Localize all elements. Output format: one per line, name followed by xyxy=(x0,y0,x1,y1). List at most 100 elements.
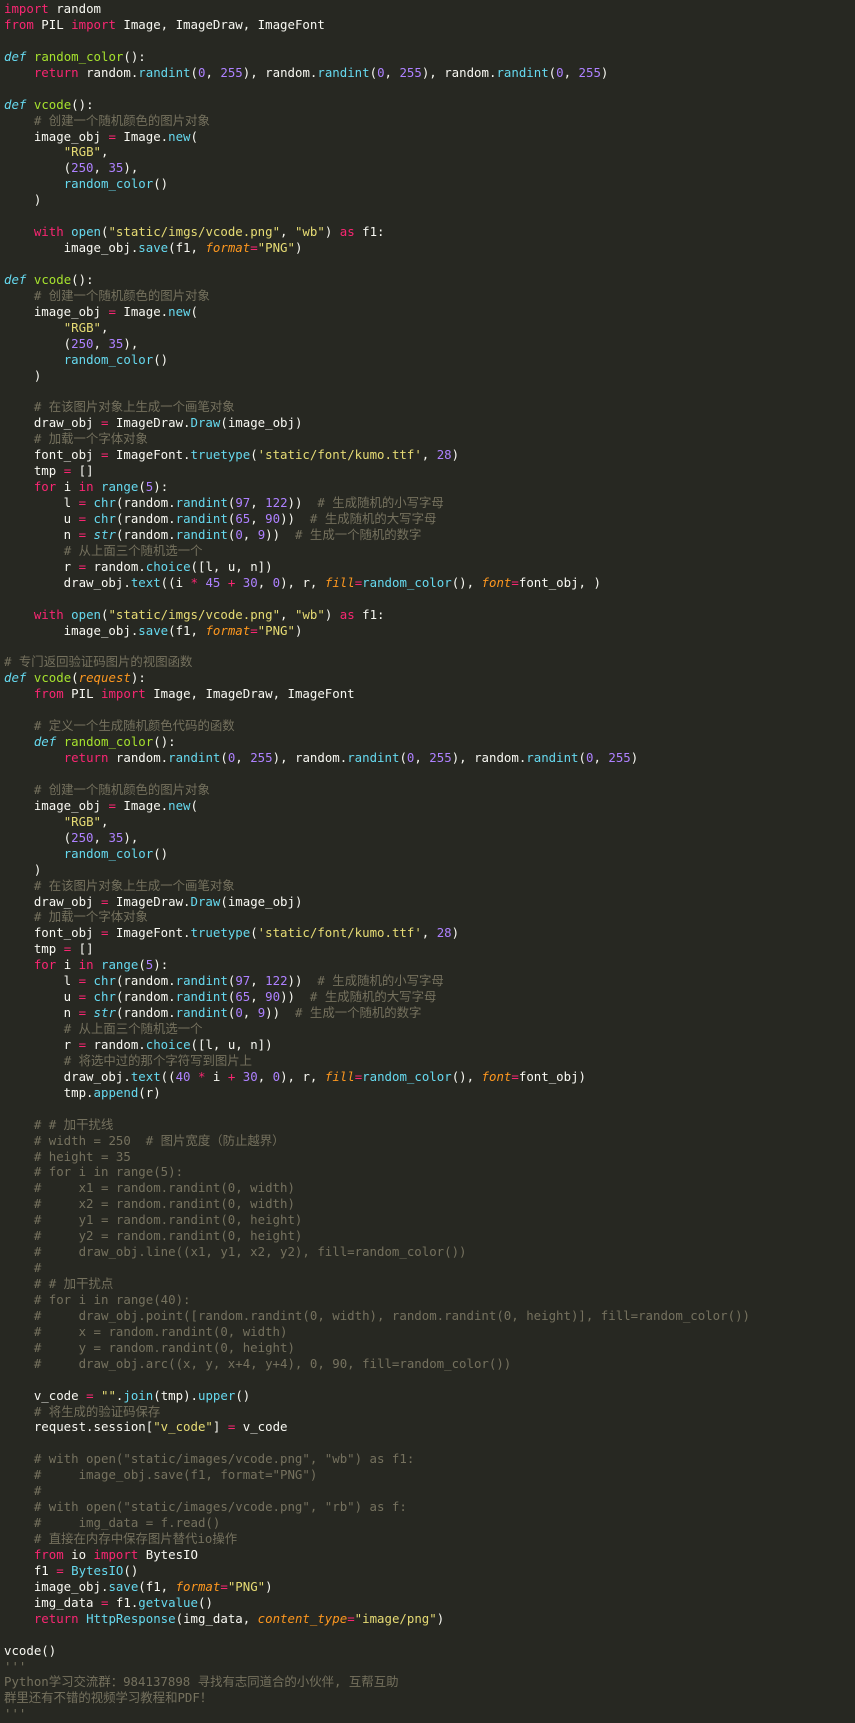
code-line[interactable]: def random_color(): xyxy=(0,49,855,65)
code-line[interactable]: # draw_obj.line((x1, y1, x2, y2), fill=r… xyxy=(0,1244,855,1260)
code-line[interactable]: # 从上面三个随机选一个 xyxy=(0,1021,855,1037)
code-line[interactable]: tmp = [] xyxy=(0,463,855,479)
code-line[interactable]: # 专门返回验证码图片的视图函数 xyxy=(0,654,855,670)
code-line[interactable]: # x = random.randint(0, width) xyxy=(0,1324,855,1340)
code-line[interactable]: "RGB", xyxy=(0,320,855,336)
code-line[interactable]: def vcode(): xyxy=(0,97,855,113)
code-line[interactable]: # 创建一个随机颜色的图片对象 xyxy=(0,113,855,129)
code-line[interactable]: # 加载一个字体对象 xyxy=(0,909,855,925)
code-line[interactable] xyxy=(0,33,855,49)
code-line[interactable]: def random_color(): xyxy=(0,734,855,750)
code-line[interactable]: # 将生成的验证码保存 xyxy=(0,1404,855,1420)
code-line[interactable]: f1 = BytesIO() xyxy=(0,1563,855,1579)
code-line[interactable]: # xyxy=(0,1483,855,1499)
code-line[interactable]: return random.randint(0, 255), random.ra… xyxy=(0,750,855,766)
code-line[interactable]: n = str(random.randint(0, 9)) # 生成一个随机的数… xyxy=(0,527,855,543)
code-line[interactable]: "RGB", xyxy=(0,814,855,830)
code-line[interactable]: for i in range(5): xyxy=(0,957,855,973)
code-line[interactable]: # # 加干扰点 xyxy=(0,1276,855,1292)
code-line[interactable]: # 创建一个随机颜色的图片对象 xyxy=(0,782,855,798)
code-line[interactable]: ) xyxy=(0,368,855,384)
code-line[interactable]: # 加载一个字体对象 xyxy=(0,431,855,447)
code-line[interactable]: ) xyxy=(0,862,855,878)
code-line[interactable] xyxy=(0,702,855,718)
code-line[interactable]: # with open("static/images/vcode.png", "… xyxy=(0,1499,855,1515)
code-line[interactable] xyxy=(0,256,855,272)
code-line[interactable]: Python学习交流群：984137898 寻找有志同道合的小伙伴, 互帮互助 xyxy=(0,1674,855,1690)
code-line[interactable]: for i in range(5): xyxy=(0,479,855,495)
code-line[interactable]: image_obj.save(f1, format="PNG") xyxy=(0,1579,855,1595)
code-line[interactable]: from PIL import Image, ImageDraw, ImageF… xyxy=(0,17,855,33)
code-line[interactable]: v_code = "".join(tmp).upper() xyxy=(0,1388,855,1404)
code-line[interactable]: random_color() xyxy=(0,352,855,368)
code-line[interactable]: font_obj = ImageFont.truetype('static/fo… xyxy=(0,925,855,941)
code-line[interactable]: n = str(random.randint(0, 9)) # 生成一个随机的数… xyxy=(0,1005,855,1021)
code-line[interactable]: (250, 35), xyxy=(0,830,855,846)
code-line[interactable] xyxy=(0,639,855,655)
code-line[interactable]: # with open("static/images/vcode.png", "… xyxy=(0,1451,855,1467)
code-line[interactable]: # 将选中过的那个字符写到图片上 xyxy=(0,1053,855,1069)
code-line[interactable] xyxy=(0,1627,855,1643)
code-line[interactable]: image_obj.save(f1, format="PNG") xyxy=(0,623,855,639)
code-line[interactable]: # for i in range(5): xyxy=(0,1164,855,1180)
code-line[interactable]: # height = 35 xyxy=(0,1149,855,1165)
code-line[interactable]: with open("static/imgs/vcode.png", "wb")… xyxy=(0,607,855,623)
code-line[interactable]: with open("static/imgs/vcode.png", "wb")… xyxy=(0,224,855,240)
code-line[interactable]: # for i in range(40): xyxy=(0,1292,855,1308)
code-line[interactable]: # 创建一个随机颜色的图片对象 xyxy=(0,288,855,304)
code-line[interactable]: # y2 = random.randint(0, height) xyxy=(0,1228,855,1244)
code-line[interactable]: tmp = [] xyxy=(0,941,855,957)
code-line[interactable]: draw_obj = ImageDraw.Draw(image_obj) xyxy=(0,894,855,910)
code-line[interactable]: random_color() xyxy=(0,846,855,862)
code-line[interactable]: # 在该图片对象上生成一个画笔对象 xyxy=(0,878,855,894)
code-line[interactable]: image_obj = Image.new( xyxy=(0,798,855,814)
code-line[interactable]: 群里还有不错的视频学习教程和PDF！ xyxy=(0,1690,855,1706)
code-line[interactable]: # 从上面三个随机选一个 xyxy=(0,543,855,559)
code-editor[interactable]: import random from PIL import Image, Imag… xyxy=(0,0,855,1723)
code-line[interactable]: # width = 250 # 图片宽度（防止越界） xyxy=(0,1133,855,1149)
code-line[interactable]: draw_obj.text((i * 45 + 30, 0), r, fill=… xyxy=(0,575,855,591)
code-line[interactable]: img_data = f1.getvalue() xyxy=(0,1595,855,1611)
code-line[interactable]: (250, 35), xyxy=(0,160,855,176)
code-line[interactable]: u = chr(random.randint(65, 90)) # 生成随机的大… xyxy=(0,511,855,527)
code-line[interactable] xyxy=(0,1435,855,1451)
code-line[interactable]: # 在该图片对象上生成一个画笔对象 xyxy=(0,399,855,415)
code-line[interactable]: draw_obj.text((40 * i + 30, 0), r, fill=… xyxy=(0,1069,855,1085)
code-line[interactable]: request.session["v_code"] = v_code xyxy=(0,1419,855,1435)
code-line[interactable]: # xyxy=(0,1260,855,1276)
code-line[interactable] xyxy=(0,1372,855,1388)
code-line[interactable]: r = random.choice([l, u, n]) xyxy=(0,1037,855,1053)
code-line[interactable]: "RGB", xyxy=(0,144,855,160)
code-line[interactable]: # x2 = random.randint(0, width) xyxy=(0,1196,855,1212)
code-line[interactable] xyxy=(0,591,855,607)
code-line[interactable]: # img_data = f.read() xyxy=(0,1515,855,1531)
code-line[interactable]: image_obj.save(f1, format="PNG") xyxy=(0,240,855,256)
code-line[interactable]: return random.randint(0, 255), random.ra… xyxy=(0,65,855,81)
code-line[interactable]: # y1 = random.randint(0, height) xyxy=(0,1212,855,1228)
code-line[interactable]: u = chr(random.randint(65, 90)) # 生成随机的大… xyxy=(0,989,855,1005)
code-line[interactable]: import random xyxy=(0,1,855,17)
code-line[interactable]: tmp.append(r) xyxy=(0,1085,855,1101)
code-line[interactable]: image_obj = Image.new( xyxy=(0,129,855,145)
code-line[interactable] xyxy=(0,81,855,97)
code-line[interactable]: (250, 35), xyxy=(0,336,855,352)
code-line[interactable]: def vcode(request): xyxy=(0,670,855,686)
code-line[interactable]: ''' xyxy=(0,1706,855,1722)
code-line[interactable]: # image_obj.save(f1, format="PNG") xyxy=(0,1467,855,1483)
code-line[interactable]: # draw_obj.point([random.randint(0, widt… xyxy=(0,1308,855,1324)
code-line[interactable]: from io import BytesIO xyxy=(0,1547,855,1563)
code-line[interactable]: l = chr(random.randint(97, 122)) # 生成随机的… xyxy=(0,495,855,511)
code-line[interactable]: ''' xyxy=(0,1659,855,1675)
code-line[interactable]: draw_obj = ImageDraw.Draw(image_obj) xyxy=(0,415,855,431)
code-line[interactable]: return HttpResponse(img_data, content_ty… xyxy=(0,1611,855,1627)
code-line[interactable]: # x1 = random.randint(0, width) xyxy=(0,1180,855,1196)
code-line[interactable]: font_obj = ImageFont.truetype('static/fo… xyxy=(0,447,855,463)
code-line[interactable]: image_obj = Image.new( xyxy=(0,304,855,320)
code-line[interactable]: r = random.choice([l, u, n]) xyxy=(0,559,855,575)
code-line[interactable]: def vcode(): xyxy=(0,272,855,288)
code-line[interactable]: vcode() xyxy=(0,1643,855,1659)
code-line[interactable]: from PIL import Image, ImageDraw, ImageF… xyxy=(0,686,855,702)
code-line[interactable]: # 定义一个生成随机颜色代码的函数 xyxy=(0,718,855,734)
code-line[interactable]: # # 加干扰线 xyxy=(0,1117,855,1133)
code-line[interactable]: ) xyxy=(0,192,855,208)
